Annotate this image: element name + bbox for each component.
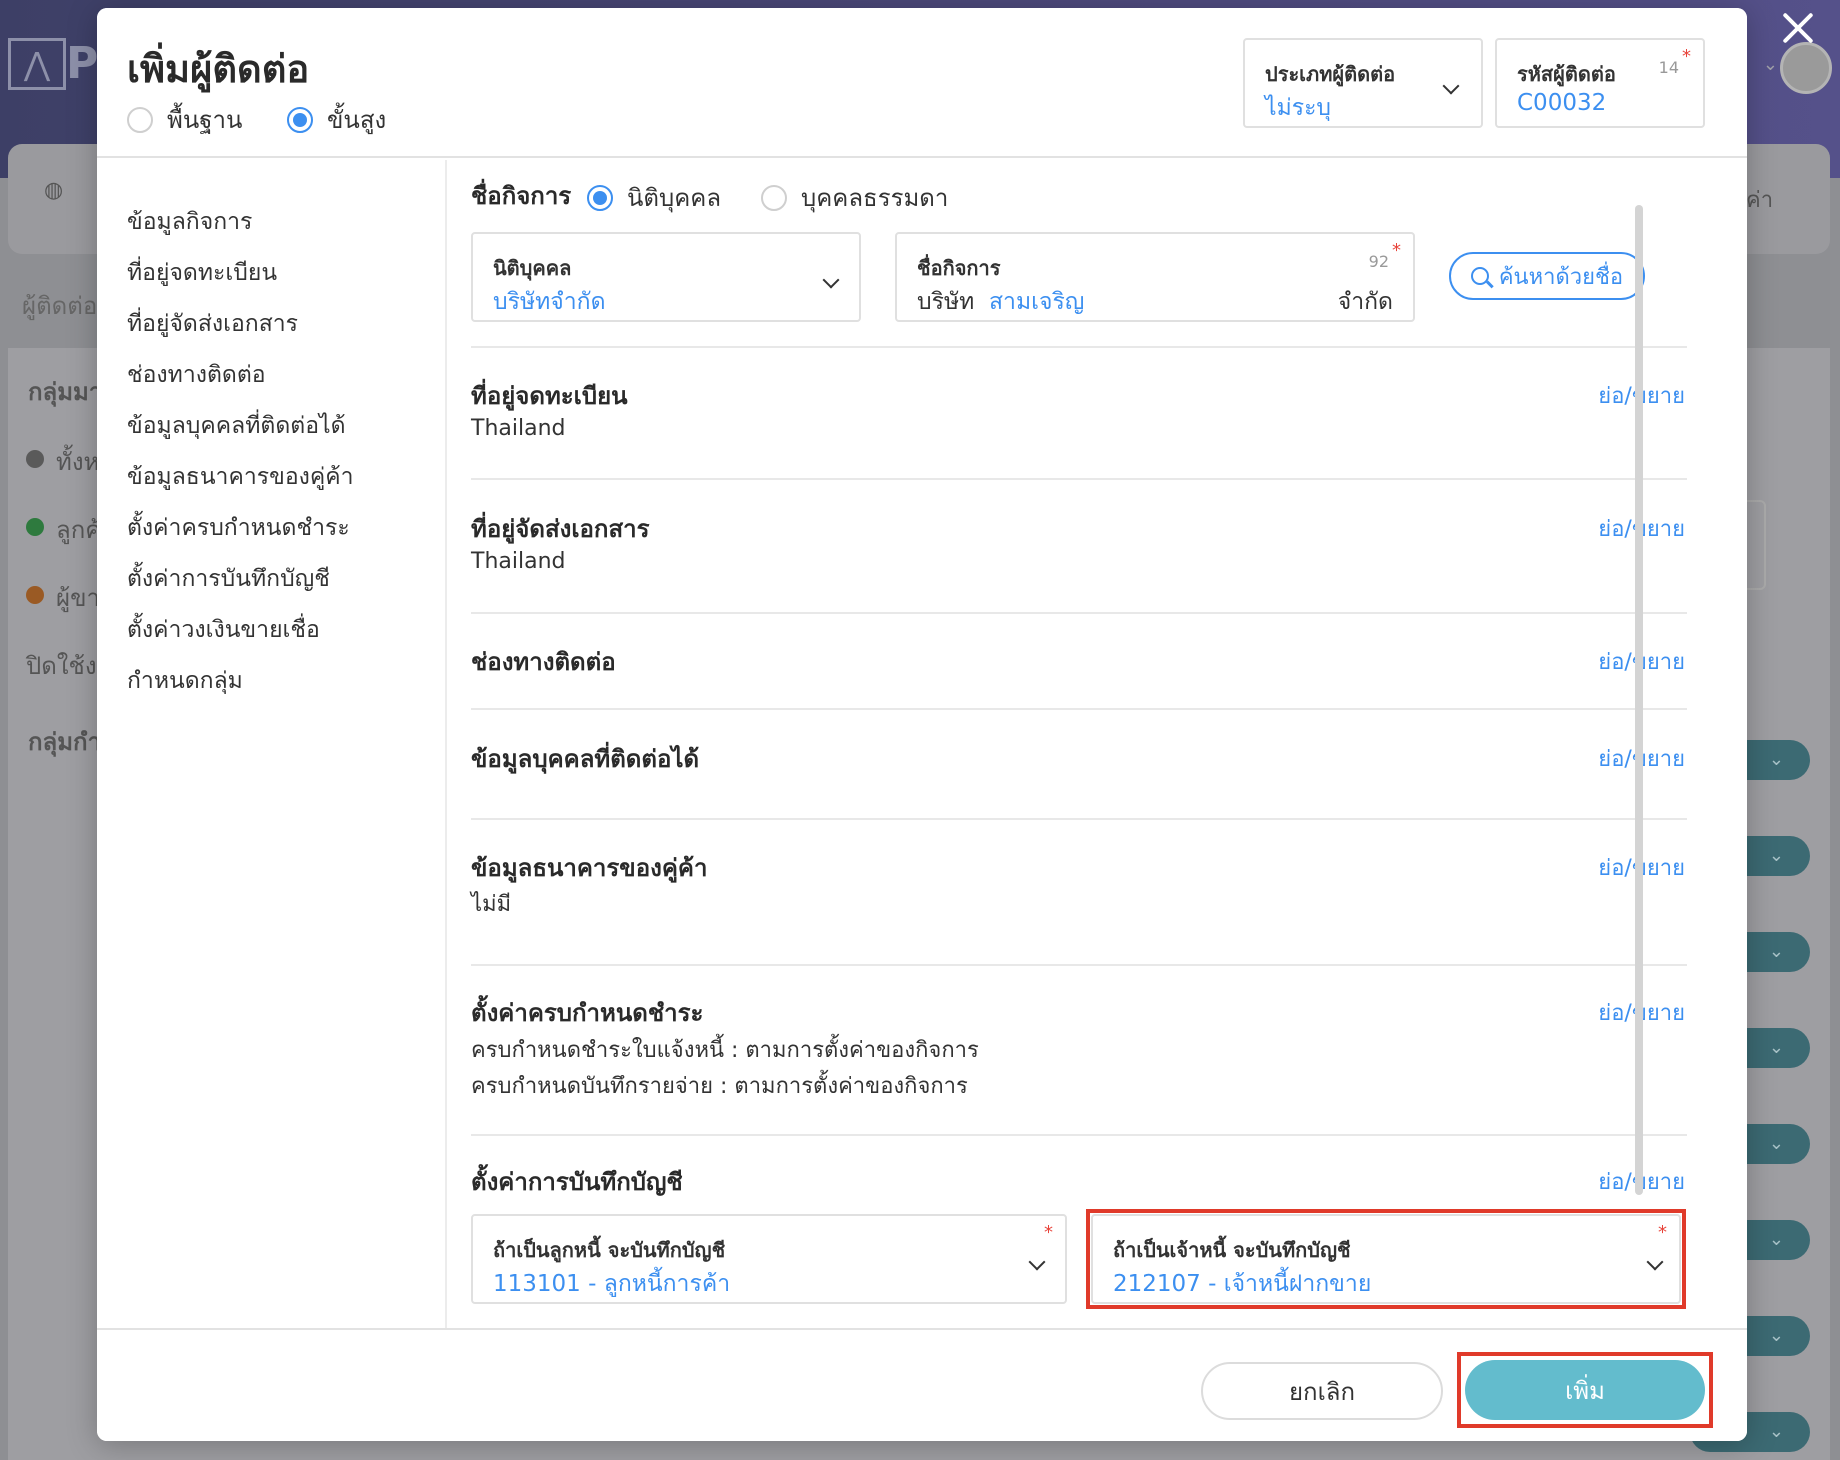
divider — [471, 708, 1687, 710]
bg-dot-all — [26, 450, 44, 468]
contact-code-value: C00032 — [1517, 90, 1607, 116]
mode-basic-label: พื้นฐาน — [167, 106, 243, 134]
nav-item-credit-limit[interactable]: ตั้งค่าวงเงินขายเชื่อ — [127, 612, 320, 648]
chevron-down-icon — [822, 271, 840, 289]
nav-item-payment-terms[interactable]: ตั้งค่าครบกำหนดชำระ — [127, 510, 350, 546]
bank-info-title: ข้อมูลธนาคารของคู่ค้า — [471, 854, 708, 882]
type-juristic-label: นิติบุคคล — [627, 184, 722, 212]
contact-code-count: 14 — [1658, 58, 1679, 77]
debtor-account-select[interactable]: ถ้าเป็นลูกหนี้ จะบันทึกบัญชี 113101 - ลู… — [471, 1214, 1067, 1304]
payment-terms-title: ตั้งค่าครบกำหนดชำระ — [471, 999, 704, 1027]
required-mark: * — [1392, 240, 1401, 261]
nav-item-business-info[interactable]: ข้อมูลกิจการ — [127, 204, 252, 240]
type-individual-option[interactable]: บุคคลธรรมดา — [761, 178, 948, 217]
divider — [471, 612, 1687, 614]
contact-type-select[interactable]: ประเภทผู้ติดต่อ ไม่ระบุ — [1243, 38, 1483, 128]
nav-item-shipping-address[interactable]: ที่อยู่จัดส่งเอกสาร — [127, 306, 298, 342]
type-juristic-option[interactable]: นิติบุคคล — [587, 178, 721, 217]
shipping-address-text: Thailand — [471, 549, 566, 574]
mode-advanced-radio[interactable] — [287, 106, 313, 133]
form-content: ชื่อกิจการ นิติบุคคล บุคคลธรรมดา นิติบุค… — [449, 160, 1747, 1328]
nav-item-accounting[interactable]: ตั้งค่าการบันทึกบัญชี — [127, 561, 330, 597]
registered-address-text: Thailand — [471, 416, 566, 441]
divider — [471, 478, 1687, 480]
modal-header: เพิ่มผู้ติดต่อ พื้นฐาน ขั้นสูง ประเภทผู้… — [97, 8, 1747, 158]
menu-icon: ◍ — [44, 178, 64, 203]
bg-filter-all: ทั้งห — [56, 448, 100, 476]
business-name-value: สามเจริญ — [989, 289, 1085, 315]
bg-dot-customer — [26, 518, 44, 536]
business-name-suffix: จำกัด — [1337, 289, 1393, 315]
required-mark: * — [1044, 1222, 1053, 1243]
chevron-down-icon — [1028, 1253, 1046, 1271]
mode-basic-option[interactable]: พื้นฐาน — [127, 100, 242, 139]
contact-code-label: รหัสผู้ติดต่อ — [1517, 62, 1616, 86]
bg-filter-vendor: ผู้ขา — [56, 584, 100, 612]
business-name-prefix: บริษัท — [917, 289, 975, 315]
bank-info-text: ไม่มี — [471, 892, 512, 917]
business-name-field[interactable]: ชื่อกิจการ บริษัท สามเจริญ จำกัด 92 * — [895, 232, 1415, 322]
divider — [471, 1134, 1687, 1136]
divider — [471, 818, 1687, 820]
type-individual-label: บุคคลธรรมดา — [801, 184, 949, 212]
nav-item-bank-info[interactable]: ข้อมูลธนาคารของคู่ค้า — [127, 459, 354, 495]
contact-type-value: ไม่ระบุ — [1265, 95, 1332, 121]
account-chevron-icon: ⌄ — [1762, 54, 1778, 75]
divider — [471, 346, 1687, 348]
type-individual-radio[interactable] — [761, 184, 787, 211]
mode-basic-radio[interactable] — [127, 106, 153, 133]
payment-terms-invoice: ครบกำหนดชำระใบแจ้งหนี้ : ตามการตั้งค่าขอ… — [471, 1038, 979, 1063]
app-logo-icon: ⋀ — [8, 38, 66, 90]
payment-terms-expense: ครบกำหนดบันทึกรายจ่าย : ตามการตั้งค่าของ… — [471, 1074, 968, 1099]
cancel-button[interactable]: ยกเลิก — [1201, 1362, 1443, 1420]
bg-group-heading: กลุ่มมา — [28, 378, 103, 406]
divider — [471, 964, 1687, 966]
bg-menu-label: ค่า — [1746, 188, 1774, 213]
registered-address-title: ที่อยู่จดทะเบียน — [471, 382, 628, 410]
bg-group-heading-2: กลุ่มกำ — [28, 728, 102, 756]
type-juristic-radio[interactable] — [587, 184, 613, 211]
mode-advanced-option[interactable]: ขั้นสูง — [287, 100, 386, 139]
shipping-address-title: ที่อยู่จัดส่งเอกสาร — [471, 515, 650, 543]
section-nav: ข้อมูลกิจการ ที่อยู่จดทะเบียน ที่อยู่จัด… — [97, 160, 447, 1328]
bg-breadcrumb: ผู้ติดต่อ — [22, 292, 98, 320]
contact-code-field[interactable]: รหัสผู้ติดต่อ C00032 14 * — [1495, 38, 1705, 128]
business-name-heading: ชื่อกิจการ — [471, 182, 572, 210]
required-mark: * — [1682, 46, 1691, 67]
contact-persons-title: ข้อมูลบุคคลที่ติดต่อได้ — [471, 745, 700, 773]
bg-filter-customer: ลูกค้ — [56, 516, 102, 544]
chevron-down-icon — [1442, 77, 1460, 95]
entity-type-label: นิติบุคคล — [493, 256, 572, 280]
content-scrollbar[interactable] — [1635, 205, 1643, 1195]
entity-type-value: บริษัทจำกัด — [493, 289, 606, 315]
entity-type-select[interactable]: นิติบุคคล บริษัทจำกัด — [471, 232, 861, 322]
business-name-label: ชื่อกิจการ — [917, 256, 1001, 280]
search-by-name-label: ค้นหาด้วยชื่อ — [1498, 264, 1624, 290]
contact-channels-title: ช่องทางติดต่อ — [471, 648, 616, 676]
creditor-highlight-box — [1086, 1209, 1686, 1309]
close-modal-icon[interactable] — [1776, 6, 1820, 50]
modal-title: เพิ่มผู้ติดต่อ — [127, 47, 310, 91]
bg-dot-vendor — [26, 586, 44, 604]
mode-advanced-label: ขั้นสูง — [327, 106, 387, 134]
contact-type-label: ประเภทผู้ติดต่อ — [1265, 62, 1396, 86]
modal-footer: ยกเลิก เพิ่ม — [97, 1328, 1747, 1441]
nav-item-contact-persons[interactable]: ข้อมูลบุคคลที่ติดต่อได้ — [127, 408, 346, 444]
nav-item-contact-channels[interactable]: ช่องทางติดต่อ — [127, 357, 266, 393]
add-contact-modal: เพิ่มผู้ติดต่อ พื้นฐาน ขั้นสูง ประเภทผู้… — [97, 8, 1747, 1441]
debtor-account-label: ถ้าเป็นลูกหนี้ จะบันทึกบัญชี — [493, 1238, 726, 1262]
add-highlight-box — [1457, 1352, 1713, 1428]
accounting-title: ตั้งค่าการบันทึกบัญชี — [471, 1168, 683, 1196]
search-icon — [1470, 267, 1489, 285]
search-by-name-button[interactable]: ค้นหาด้วยชื่อ — [1449, 252, 1645, 300]
app-logo-text: P — [66, 38, 99, 89]
debtor-account-value: 113101 - ลูกหนี้การค้า — [493, 1271, 731, 1297]
nav-item-groups[interactable]: กำหนดกลุ่ม — [127, 663, 243, 699]
business-name-count: 92 — [1368, 252, 1389, 271]
nav-item-registered-address[interactable]: ที่อยู่จดทะเบียน — [127, 255, 277, 291]
